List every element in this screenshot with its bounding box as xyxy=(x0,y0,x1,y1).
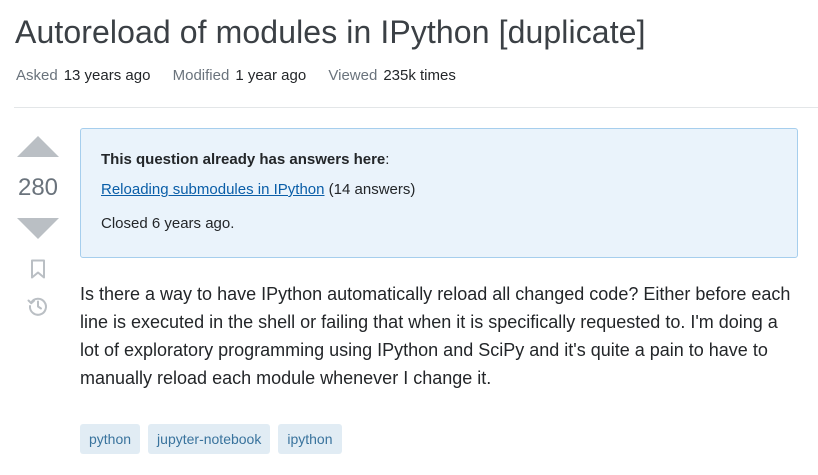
modified-label: Modified xyxy=(172,67,230,84)
tag-list: python jupyter-notebook ipython xyxy=(80,424,342,454)
duplicate-question-link[interactable]: Reloading submodules in IPython xyxy=(101,181,324,198)
viewed-info: Viewed 235k times xyxy=(328,67,455,84)
tag-python[interactable]: python xyxy=(80,424,141,454)
page-title: Autoreload of modules in IPython [duplic… xyxy=(15,14,646,50)
tag-jupyter-notebook[interactable]: jupyter-notebook xyxy=(148,424,271,454)
vote-cell: 280 xyxy=(14,136,62,318)
header-divider xyxy=(14,107,818,108)
question-page: Autoreload of modules in IPython [duplic… xyxy=(0,0,818,475)
vote-score: 280 xyxy=(17,174,59,201)
asked-value[interactable]: 13 years ago xyxy=(64,67,151,84)
bookmark-icon[interactable] xyxy=(26,257,50,281)
history-icon[interactable] xyxy=(26,294,50,318)
upvote-arrow-icon[interactable] xyxy=(17,136,59,157)
viewed-value: 235k times xyxy=(383,67,456,84)
duplicate-notice: This question already has answers here: … xyxy=(80,128,798,258)
notice-heading-colon: : xyxy=(385,151,390,168)
closed-info: Closed 6 years ago. xyxy=(101,215,235,232)
notice-heading: This question already has answers here: xyxy=(101,150,777,170)
downvote-arrow-icon[interactable] xyxy=(17,218,59,239)
notice-heading-text: This question already has answers here xyxy=(101,151,386,168)
viewed-label: Viewed xyxy=(328,67,378,84)
tag-ipython[interactable]: ipython xyxy=(278,424,342,454)
duplicate-answer-count: (14 answers) xyxy=(328,181,416,198)
asked-label: Asked xyxy=(16,67,58,84)
notice-link-row: Reloading submodules in IPython (14 answ… xyxy=(101,180,777,200)
asked-info: Asked 13 years ago xyxy=(16,67,155,84)
question-meta: Asked 13 years ago Modified 1 year ago Vie… xyxy=(16,66,474,86)
modified-value[interactable]: 1 year ago xyxy=(235,67,306,84)
modified-info: Modified 1 year ago xyxy=(173,67,311,84)
question-body: Is there a way to have IPython automatic… xyxy=(80,284,791,388)
